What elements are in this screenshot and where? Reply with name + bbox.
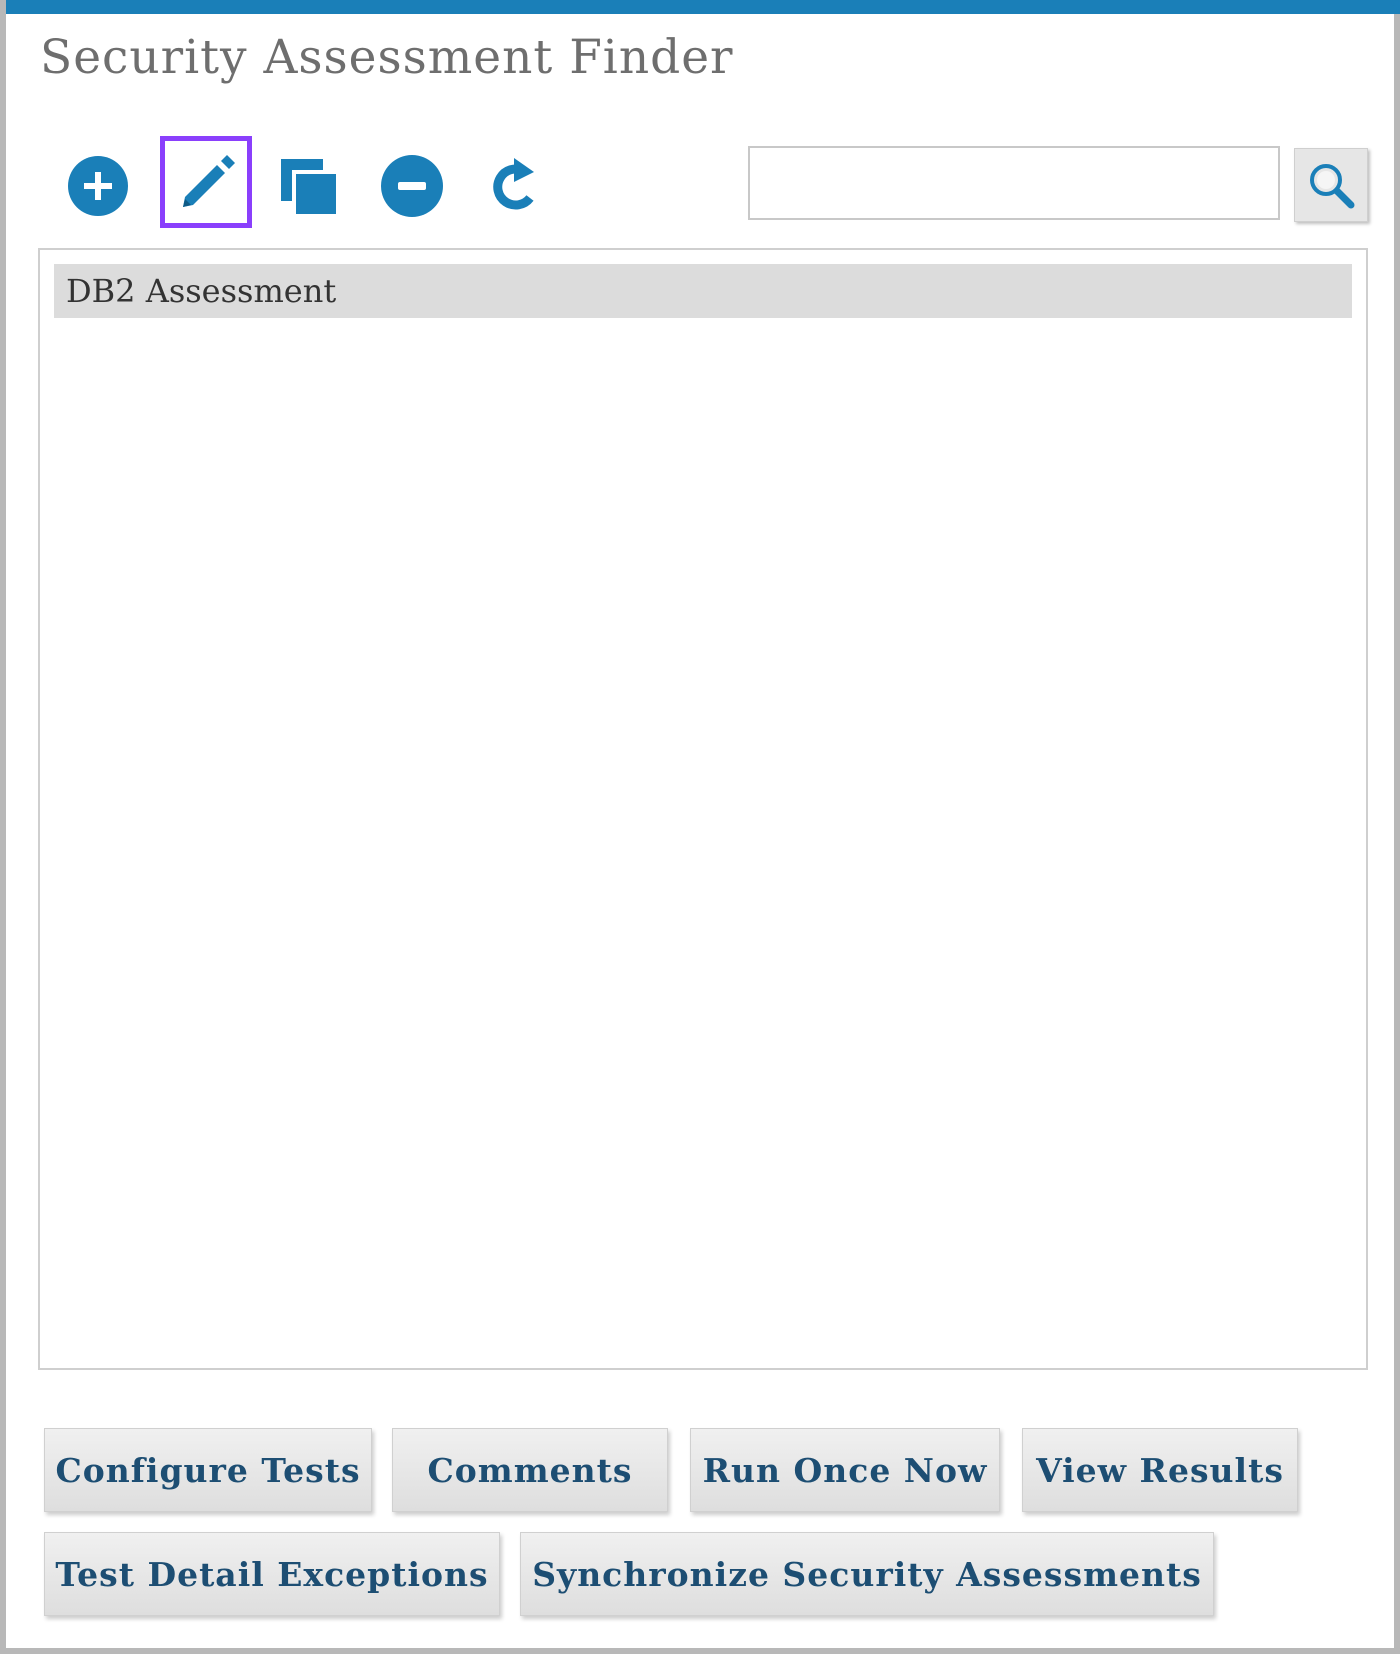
copy-button[interactable] — [268, 146, 348, 226]
page-title: Security Assessment Finder — [40, 30, 734, 85]
search-button[interactable] — [1294, 148, 1368, 222]
assessment-list[interactable]: DB2 Assessment — [38, 248, 1368, 1370]
run-once-now-button[interactable]: Run Once Now — [690, 1428, 1000, 1512]
view-results-button[interactable]: View Results — [1022, 1428, 1298, 1512]
window-accent-bar — [6, 0, 1400, 14]
configure-tests-button[interactable]: Configure Tests — [44, 1428, 372, 1512]
refresh-icon — [493, 158, 534, 210]
remove-icon — [381, 155, 443, 217]
edit-icon — [183, 155, 235, 207]
add-button[interactable] — [58, 146, 138, 226]
copy-icon — [281, 159, 337, 215]
synchronize-security-assessments-button[interactable]: Synchronize Security Assessments — [520, 1532, 1214, 1616]
remove-button[interactable] — [372, 146, 452, 226]
edit-button[interactable] — [160, 136, 252, 228]
comments-button[interactable]: Comments — [392, 1428, 668, 1512]
test-detail-exceptions-button[interactable]: Test Detail Exceptions — [44, 1532, 500, 1616]
add-icon — [68, 156, 128, 216]
security-assessment-finder-window: Security Assessment Finder DB2 Assessmen… — [0, 0, 1400, 1654]
search-icon — [1310, 164, 1355, 209]
search-input[interactable] — [748, 146, 1280, 220]
list-item[interactable]: DB2 Assessment — [54, 264, 1352, 318]
refresh-button[interactable] — [476, 146, 556, 226]
